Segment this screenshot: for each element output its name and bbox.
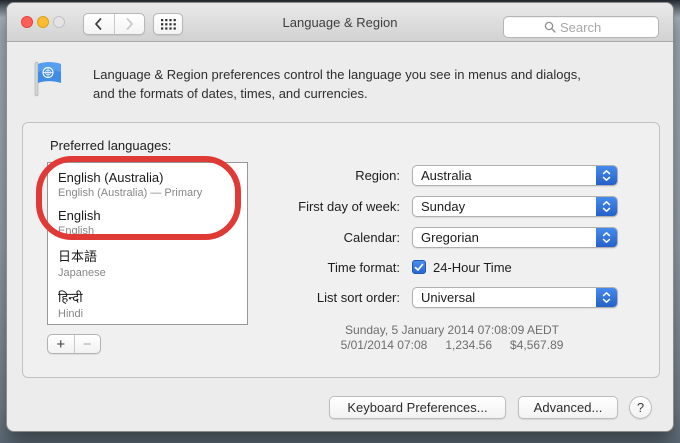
preview-number: 1,234.56 <box>445 338 492 352</box>
chevron-left-icon <box>94 18 103 30</box>
preferences-panel: Preferred languages: English (Australia)… <box>22 122 660 378</box>
list-sort-value: Universal <box>413 290 596 305</box>
title-bar: Language & Region <box>7 3 673 42</box>
un-flag-icon <box>31 60 65 103</box>
chevron-right-icon <box>125 18 134 30</box>
preferred-languages-label: Preferred languages: <box>50 138 171 153</box>
description-line-2: and the formats of dates, times, and cur… <box>93 84 653 103</box>
help-button[interactable]: ? <box>629 396 652 419</box>
back-button[interactable] <box>84 14 114 34</box>
time-format-label: Time format: <box>63 260 400 275</box>
time-format-option-label[interactable]: 24-Hour Time <box>433 260 512 275</box>
nav-back-forward <box>83 13 145 35</box>
list-sort-label: List sort order: <box>63 290 400 305</box>
list-sort-popup[interactable]: Universal <box>412 287 618 308</box>
list-sort-row: List sort order: Universal <box>63 287 643 308</box>
up-down-chevrons-icon <box>596 288 617 307</box>
preview-datetime-short: 5/01/2014 07:08 1,234.56 $4,567.89 <box>287 338 617 353</box>
search-icon <box>544 21 556 33</box>
keyboard-preferences-button[interactable]: Keyboard Preferences... <box>329 396 506 419</box>
calendar-popup[interactable]: Gregorian <box>412 227 618 248</box>
time-format-checkbox[interactable] <box>412 260 426 274</box>
language-region-window: Language & Region <box>6 2 674 432</box>
check-icon <box>414 263 424 272</box>
add-remove-control: + − <box>47 334 101 354</box>
grid-icon <box>161 19 176 30</box>
show-all-button[interactable] <box>153 13 183 35</box>
language-detail: Hindi <box>58 308 237 320</box>
preview-datetime-long: Sunday, 5 January 2014 07:08:09 AEDT <box>287 323 617 338</box>
time-format-row: Time format: 24-Hour Time <box>63 259 643 277</box>
search-field[interactable] <box>503 16 659 38</box>
search-input[interactable] <box>560 20 618 35</box>
format-preview: Sunday, 5 January 2014 07:08:09 AEDT 5/0… <box>287 323 617 353</box>
up-down-chevrons-icon <box>596 197 617 216</box>
forward-button <box>114 14 145 34</box>
preferences-description: Language & Region preferences control th… <box>93 65 653 103</box>
first-day-value: Sunday <box>413 199 596 214</box>
add-language-button[interactable]: + <box>48 335 74 353</box>
description-line-1: Language & Region preferences control th… <box>93 65 653 84</box>
preview-short-date: 5/01/2014 07:08 <box>341 338 428 352</box>
remove-language-button: − <box>74 335 101 353</box>
calendar-value: Gregorian <box>413 230 596 245</box>
region-value: Australia <box>413 168 596 183</box>
preview-currency: $4,567.89 <box>510 338 563 352</box>
annotation-highlight <box>36 156 241 240</box>
region-popup[interactable]: Australia <box>412 165 618 186</box>
first-day-popup[interactable]: Sunday <box>412 196 618 217</box>
up-down-chevrons-icon <box>596 166 617 185</box>
up-down-chevrons-icon <box>596 228 617 247</box>
advanced-button[interactable]: Advanced... <box>518 396 618 419</box>
